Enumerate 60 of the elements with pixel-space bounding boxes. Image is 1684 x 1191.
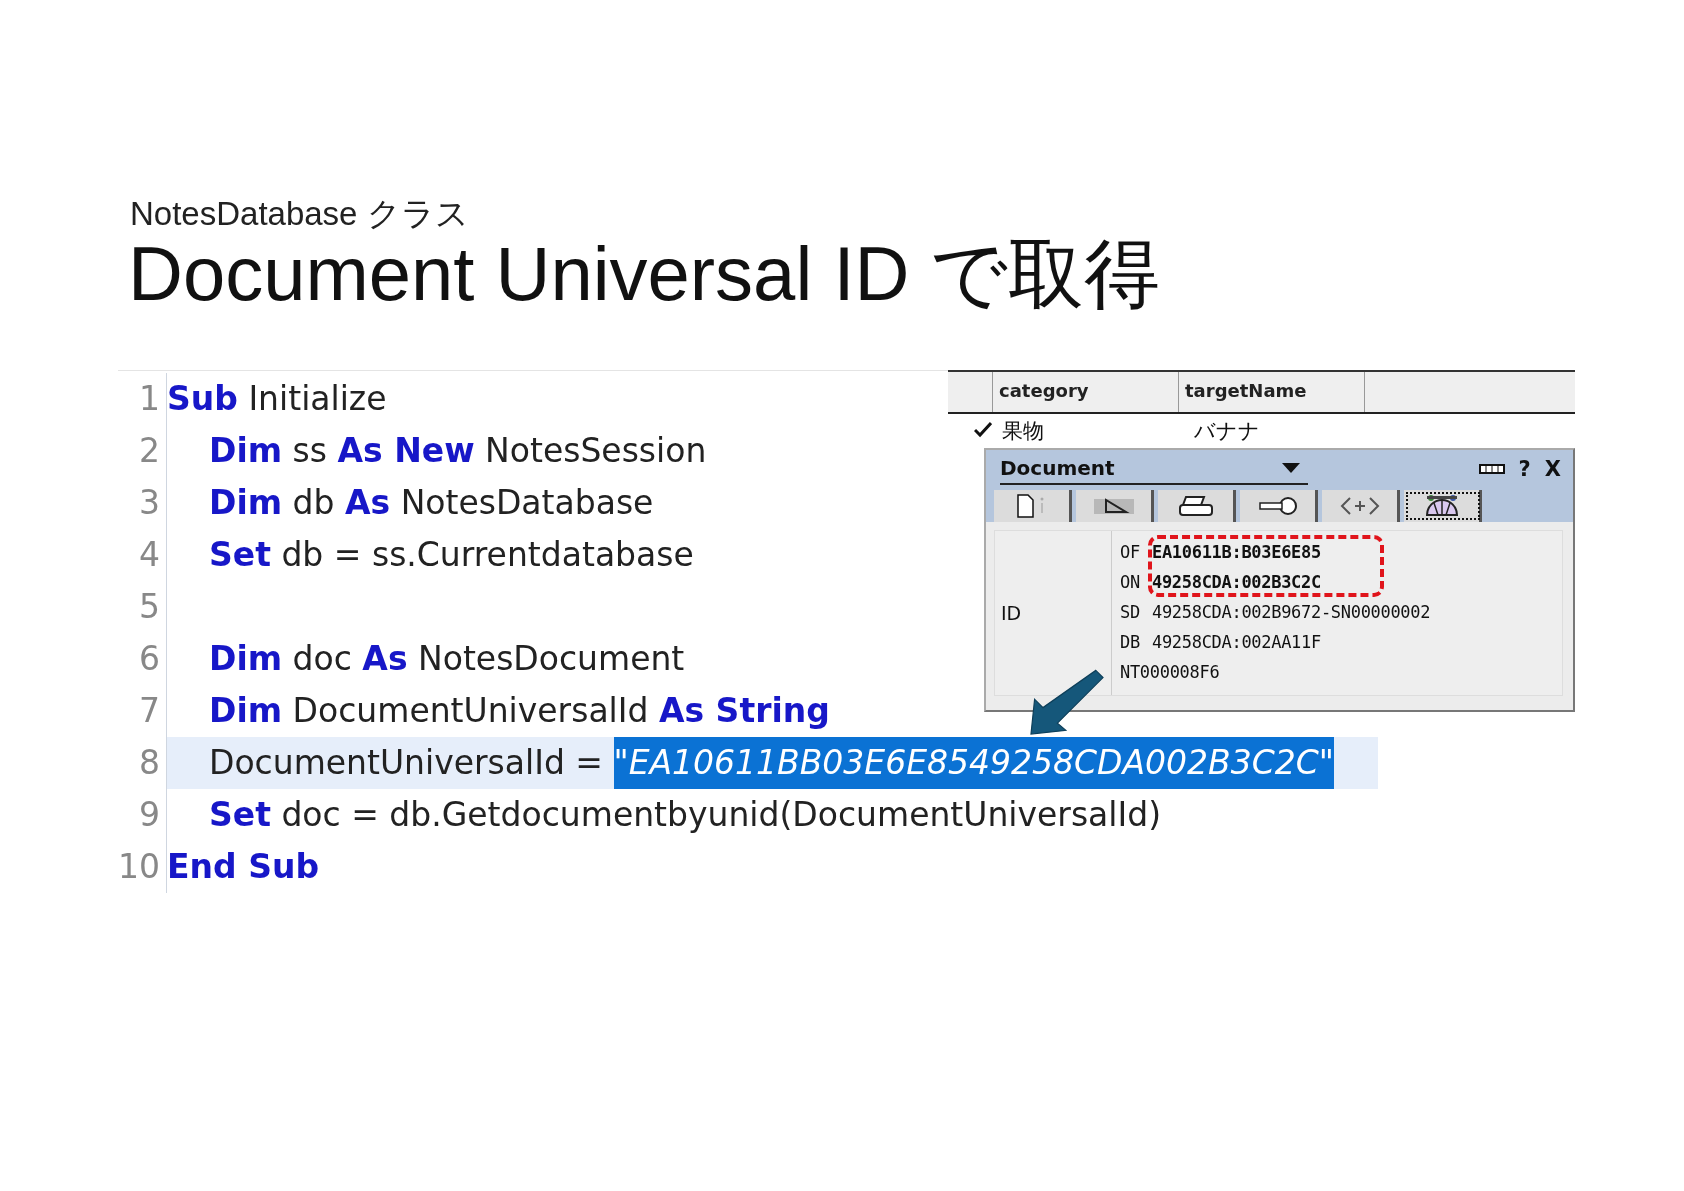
code-text: Initialize — [247, 377, 387, 420]
id-value: 49258CDA:002B3C2C — [1152, 570, 1321, 594]
line-number: 9 — [138, 795, 161, 835]
line-number: 4 — [138, 535, 161, 575]
table-cell-text: バナナ — [1193, 417, 1261, 445]
line-number: 3 — [138, 483, 161, 523]
slide-title: Document Universal ID で取得 — [128, 232, 1162, 316]
code-keyword: Set — [209, 793, 271, 836]
line-number: 5 — [138, 587, 161, 627]
code-text: NotesDatabase — [399, 481, 654, 524]
id-value: NT000008F6 — [1120, 660, 1220, 684]
code-keyword: Dim — [209, 689, 283, 732]
code-keyword: Dim — [209, 637, 283, 680]
caret-icon — [1282, 462, 1300, 473]
column-header[interactable]: targetName — [1178, 371, 1364, 412]
property-tab[interactable] — [1240, 489, 1318, 522]
code-keyword: Dim — [209, 481, 283, 524]
line-number: 10 — [118, 847, 161, 887]
document-dropdown[interactable]: Document — [1000, 452, 1308, 485]
code-text: db = ss.Currentdatabase — [280, 533, 694, 576]
dock-icon[interactable] — [1478, 463, 1505, 474]
line-number: 7 — [138, 691, 161, 731]
code-text: NotesDocument — [417, 637, 685, 680]
code-text: DocumentUniversalId = — [209, 741, 604, 784]
id-prefix: OF — [1120, 540, 1141, 564]
code-keyword: Set — [209, 533, 271, 576]
id-prefix: SD — [1120, 600, 1141, 624]
id-value: 49258CDA:002B9672-SN00000002 — [1152, 600, 1431, 624]
code-text: doc = db.Getdocumentbyunid(DocumentUniversalId) — [280, 793, 1162, 836]
code-text: db — [291, 481, 336, 524]
line-number: 8 — [138, 743, 161, 783]
code-keyword: As String — [658, 689, 830, 732]
column-header[interactable]: category — [992, 371, 1178, 412]
code-keyword: As — [344, 481, 391, 524]
property-tab[interactable] — [1076, 489, 1154, 522]
id-prefix: DB — [1120, 630, 1141, 654]
help-button[interactable]: ? — [1518, 456, 1531, 481]
property-tab[interactable] — [1158, 489, 1236, 522]
line-number: 1 — [138, 379, 161, 419]
code-text: NotesSession — [484, 429, 707, 472]
id-value: 49258CDA:002AA11F — [1152, 630, 1321, 654]
code-keyword: Sub — [167, 377, 238, 420]
code-keyword: Dim — [209, 429, 283, 472]
id-value: EA10611B:B03E6E85 — [1152, 540, 1321, 564]
id-prefix: ON — [1120, 570, 1141, 594]
code-text: DocumentUniversalId — [291, 689, 650, 732]
close-button[interactable]: X — [1544, 456, 1561, 481]
table-cell-text: 果物 — [1001, 417, 1045, 445]
slide-subtitle: NotesDatabase クラス — [130, 196, 470, 233]
code-keyword: As — [362, 637, 408, 680]
code-text: ss — [291, 429, 328, 472]
selected-string: "EA10611BB03E6E8549258CDA002B3C2C" — [613, 736, 1334, 789]
field-label: ID — [1001, 601, 1022, 624]
property-tab[interactable] — [1404, 489, 1482, 522]
code-text: doc — [291, 637, 353, 680]
property-tab[interactable] — [994, 489, 1072, 522]
code-keyword: As New — [337, 429, 475, 472]
line-number: 6 — [138, 639, 161, 679]
line-number: 2 — [138, 431, 161, 471]
code-keyword: End Sub — [167, 845, 320, 888]
